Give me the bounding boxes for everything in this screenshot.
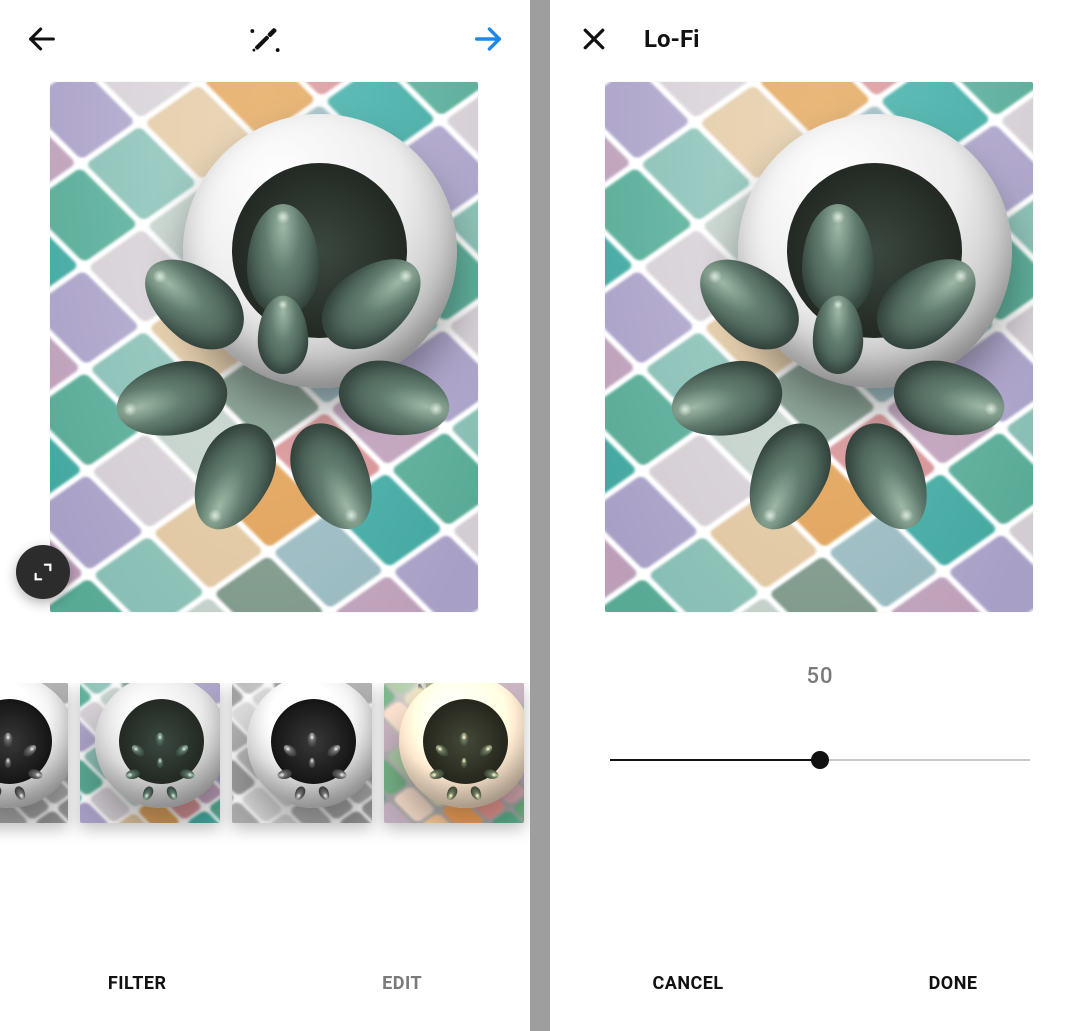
tab-edit[interactable]: EDIT (370, 967, 434, 1000)
filter-selection-screen: wLo-FiInkwellNashville FILTER EDIT (0, 0, 530, 1031)
expand-button[interactable] (16, 545, 70, 599)
arrow-left-icon (25, 22, 59, 56)
filter-thumbnail[interactable] (0, 683, 68, 823)
filter-thumbnail-strip[interactable]: wLo-FiInkwellNashville (0, 683, 530, 908)
filter-item-willow[interactable]: w (0, 683, 68, 908)
slider-fill (610, 759, 820, 761)
cancel-button[interactable]: CANCEL (640, 967, 735, 1000)
magic-wand-icon (246, 20, 284, 58)
close-icon (579, 24, 609, 54)
intensity-slider[interactable] (610, 759, 1030, 761)
close-button[interactable] (572, 17, 616, 61)
slider-thumb[interactable] (811, 751, 829, 769)
filter-item-inkwell[interactable]: Inkwell (232, 683, 372, 908)
right-header: Lo-Fi (550, 0, 1080, 78)
filter-intensity-screen: Lo-Fi 50 CANCEL DONE (550, 0, 1080, 1031)
done-button[interactable]: DONE (917, 967, 990, 1000)
right-bottom-actions: CANCEL DONE (550, 953, 1080, 1013)
magic-wand-button[interactable] (243, 17, 287, 61)
expand-icon (32, 561, 54, 583)
next-button[interactable] (466, 17, 510, 61)
left-bottom-tabs: FILTER EDIT (0, 953, 530, 1013)
intensity-preview-image[interactable] (605, 82, 1033, 612)
filter-thumbnail[interactable] (384, 683, 524, 823)
left-header (0, 0, 530, 78)
filter-thumbnail[interactable] (80, 683, 220, 823)
filter-thumbnail[interactable] (232, 683, 372, 823)
preview-image[interactable] (50, 82, 478, 612)
filter-item-nashville[interactable]: Nashville (384, 683, 524, 908)
filter-item-lofi[interactable]: Lo-Fi (80, 683, 220, 908)
arrow-right-icon (471, 22, 505, 56)
intensity-slider-area: 50 (610, 664, 1030, 761)
intensity-value: 50 (610, 664, 1030, 689)
panel-divider (530, 0, 550, 1031)
tab-filter[interactable]: FILTER (96, 967, 179, 1000)
back-button[interactable] (20, 17, 64, 61)
filter-name-title: Lo-Fi (644, 25, 700, 53)
